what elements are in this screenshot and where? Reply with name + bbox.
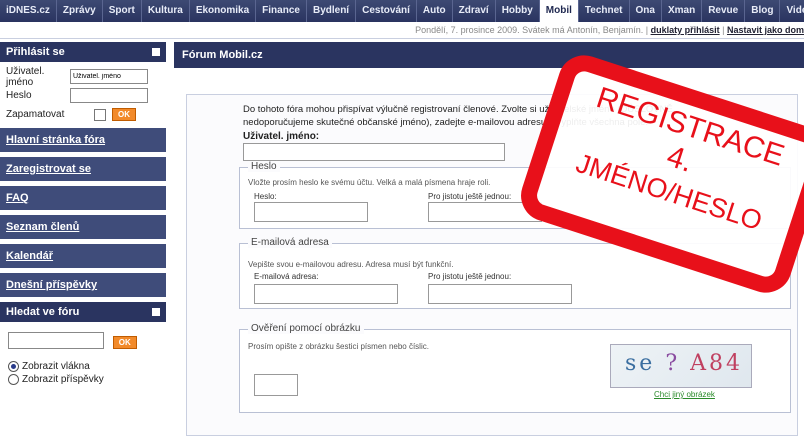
- sidebar-link[interactable]: Seznam členů: [0, 215, 166, 244]
- search-input[interactable]: [8, 332, 104, 349]
- nav-item[interactable]: Cestování: [356, 0, 417, 22]
- nav-item[interactable]: iDNES.cz: [0, 0, 57, 22]
- captcha-desc: Prosím opište z obrázku šestici písmen n…: [248, 342, 429, 351]
- search-title: Hledat ve fóru: [6, 306, 80, 318]
- date-bar: Pondělí, 7. prosince 2009. Svátek má Ant…: [0, 22, 804, 39]
- nav-item[interactable]: Bydlení: [307, 0, 357, 22]
- login-header: Přihlásit se: [0, 42, 166, 62]
- nav-item[interactable]: Ona: [630, 0, 662, 22]
- password-confirm-label: Pro jistotu ještě jednou:: [428, 192, 512, 201]
- email-legend: E-mailová adresa: [248, 237, 332, 248]
- radio-threads[interactable]: Zobrazit vlákna: [8, 361, 158, 372]
- nav-item[interactable]: Blog: [745, 0, 781, 22]
- sidebar-link[interactable]: FAQ: [0, 186, 166, 215]
- username-label: Uživatel. jméno: [6, 65, 45, 88]
- nav-item[interactable]: Kultura: [142, 0, 190, 22]
- sidebar: Přihlásit se Uživatel. jméno Heslo Zapam…: [0, 42, 166, 440]
- email-confirm-field[interactable]: [428, 284, 572, 304]
- nav-item[interactable]: Hobby: [496, 0, 540, 22]
- email-field-label: E-mailová adresa:: [254, 272, 319, 281]
- remember-label: Zapamatovat: [6, 109, 65, 120]
- username-field[interactable]: [243, 143, 505, 161]
- nav-item[interactable]: Ekonomika: [190, 0, 257, 22]
- password-desc: Vložte prosím heslo ke svému účtu. Velká…: [248, 178, 491, 187]
- search-ok-button[interactable]: OK: [112, 336, 137, 349]
- top-navigation: iDNES.cz Zprávy Sport Kultura Ekonomika Finan…: [0, 0, 804, 22]
- nav-item[interactable]: Xman: [662, 0, 703, 22]
- sidebar-link[interactable]: Hlavní stránka fóra: [0, 128, 166, 157]
- new-captcha-link[interactable]: Chci jiný obrázek: [654, 390, 715, 399]
- radio-posts-icon[interactable]: [8, 374, 19, 385]
- collapse-icon[interactable]: [152, 308, 160, 316]
- email-desc: Vepište svou e-mailovou adresu. Adresa m…: [248, 260, 454, 269]
- sidebar-link[interactable]: Dnešní příspěvky: [0, 273, 166, 302]
- date-text: Pondělí, 7. prosince 2009. Svátek má Ant…: [415, 25, 649, 35]
- captcha-text: se ? A84: [625, 351, 743, 376]
- captcha-fieldset: Ověření pomocí obrázku Prosím opište z o…: [239, 323, 791, 413]
- login-title: Přihlásit se: [6, 46, 65, 58]
- login-link[interactable]: duklaty přihlásit: [651, 25, 720, 35]
- nav-item[interactable]: Zprávy: [57, 0, 103, 22]
- sidebar-link[interactable]: Zaregistrovat se: [0, 157, 166, 186]
- nav-item[interactable]: Video: [780, 0, 804, 22]
- sidebar-link[interactable]: Kalendář: [0, 244, 166, 273]
- nav-item[interactable]: Auto: [417, 0, 453, 22]
- nav-item[interactable]: Mobil: [539, 0, 579, 22]
- username-input[interactable]: [70, 69, 148, 84]
- email-confirm-label: Pro jistotu ještě jednou:: [428, 272, 512, 281]
- captcha-legend: Ověření pomocí obrázku: [248, 323, 364, 334]
- nav-item[interactable]: Finance: [256, 0, 307, 22]
- search-form: OK Zobrazit vlákna Zobrazit příspěvky: [0, 322, 166, 395]
- nav-item[interactable]: Revue: [702, 0, 746, 22]
- nav-item[interactable]: Zdraví: [453, 0, 496, 22]
- set-homepage-link[interactable]: Nastavit jako dom: [727, 25, 804, 35]
- radio-threads-icon[interactable]: [8, 361, 19, 372]
- radio-threads-label: Zobrazit vlákna: [22, 361, 90, 372]
- radio-posts-label: Zobrazit příspěvky: [22, 374, 104, 385]
- login-ok-button[interactable]: OK: [112, 108, 136, 121]
- search-header: Hledat ve fóru: [0, 302, 166, 322]
- sidebar-links: Hlavní stránka fóra Zaregistrovat se FAQ Se…: [0, 128, 166, 302]
- email-field[interactable]: [254, 284, 398, 304]
- captcha-input[interactable]: [254, 374, 298, 396]
- radio-posts[interactable]: Zobrazit příspěvky: [8, 374, 158, 385]
- captcha-image: se ? A84: [610, 344, 752, 388]
- nav-item[interactable]: Technet: [579, 0, 630, 22]
- password-field-label: Heslo:: [254, 192, 277, 201]
- nav-item[interactable]: Sport: [103, 0, 142, 22]
- forum-title: Fórum Mobil.cz: [174, 42, 804, 68]
- login-form: Uživatel. jméno Heslo Zapamatovat OK: [0, 62, 166, 128]
- password-input[interactable]: [70, 88, 148, 103]
- remember-checkbox[interactable]: [94, 108, 106, 121]
- username-field-label: Uživatel. jméno:: [243, 131, 320, 142]
- password-label: Heslo: [6, 90, 32, 101]
- password-field[interactable]: [254, 202, 368, 222]
- collapse-icon[interactable]: [152, 48, 160, 56]
- password-legend: Heslo: [248, 161, 280, 172]
